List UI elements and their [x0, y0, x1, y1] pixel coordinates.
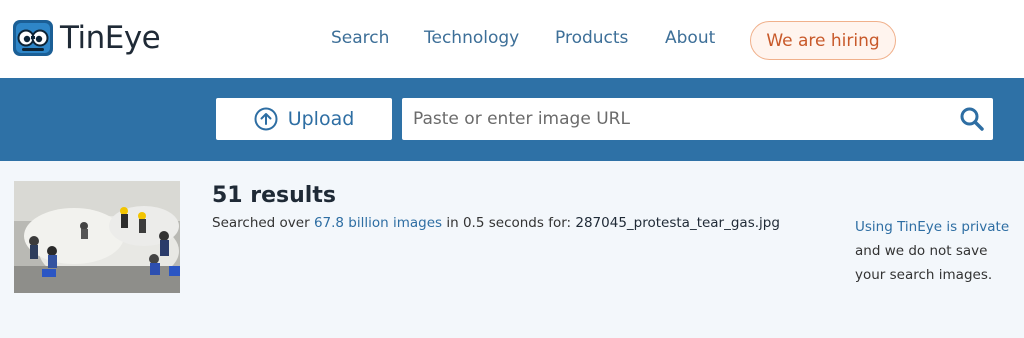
query-image-thumbnail	[14, 181, 180, 293]
privacy-notice: Using TinEye is private and we do not sa…	[855, 215, 1020, 287]
summary-middle: in 0.5 seconds for:	[442, 215, 576, 231]
summary-prefix: Searched over	[212, 215, 314, 231]
hiring-button[interactable]: We are hiring	[750, 21, 896, 60]
search-summary: Searched over 67.8 billion images in 0.5…	[212, 215, 780, 231]
privacy-body: and we do not save your search images.	[855, 243, 993, 283]
search-bar: Upload	[0, 78, 1024, 161]
nav-technology[interactable]: Technology	[424, 28, 519, 48]
nav-about[interactable]: About	[665, 28, 715, 48]
query-filename: 287045_protesta_tear_gas.jpg	[575, 215, 780, 231]
results-section: 51 results Searched over 67.8 billion im…	[0, 161, 1024, 338]
upload-label: Upload	[287, 108, 355, 130]
nav-search[interactable]: Search	[331, 28, 389, 48]
url-field	[402, 98, 993, 140]
nav-products[interactable]: Products	[555, 28, 628, 48]
top-navigation: TinEye Search Technology Products About …	[0, 0, 1024, 78]
results-count: 51 results	[212, 183, 336, 208]
upload-arrow-icon	[254, 107, 278, 131]
privacy-link[interactable]: Using TinEye is private	[855, 215, 1020, 239]
upload-button[interactable]: Upload	[216, 98, 392, 140]
brand-name: TinEye	[60, 20, 161, 56]
url-input[interactable]	[402, 98, 942, 140]
tineye-robot-icon	[13, 20, 53, 56]
index-size-link[interactable]: 67.8 billion images	[314, 215, 442, 231]
search-icon[interactable]	[959, 106, 985, 132]
logo[interactable]: TinEye	[12, 18, 161, 58]
